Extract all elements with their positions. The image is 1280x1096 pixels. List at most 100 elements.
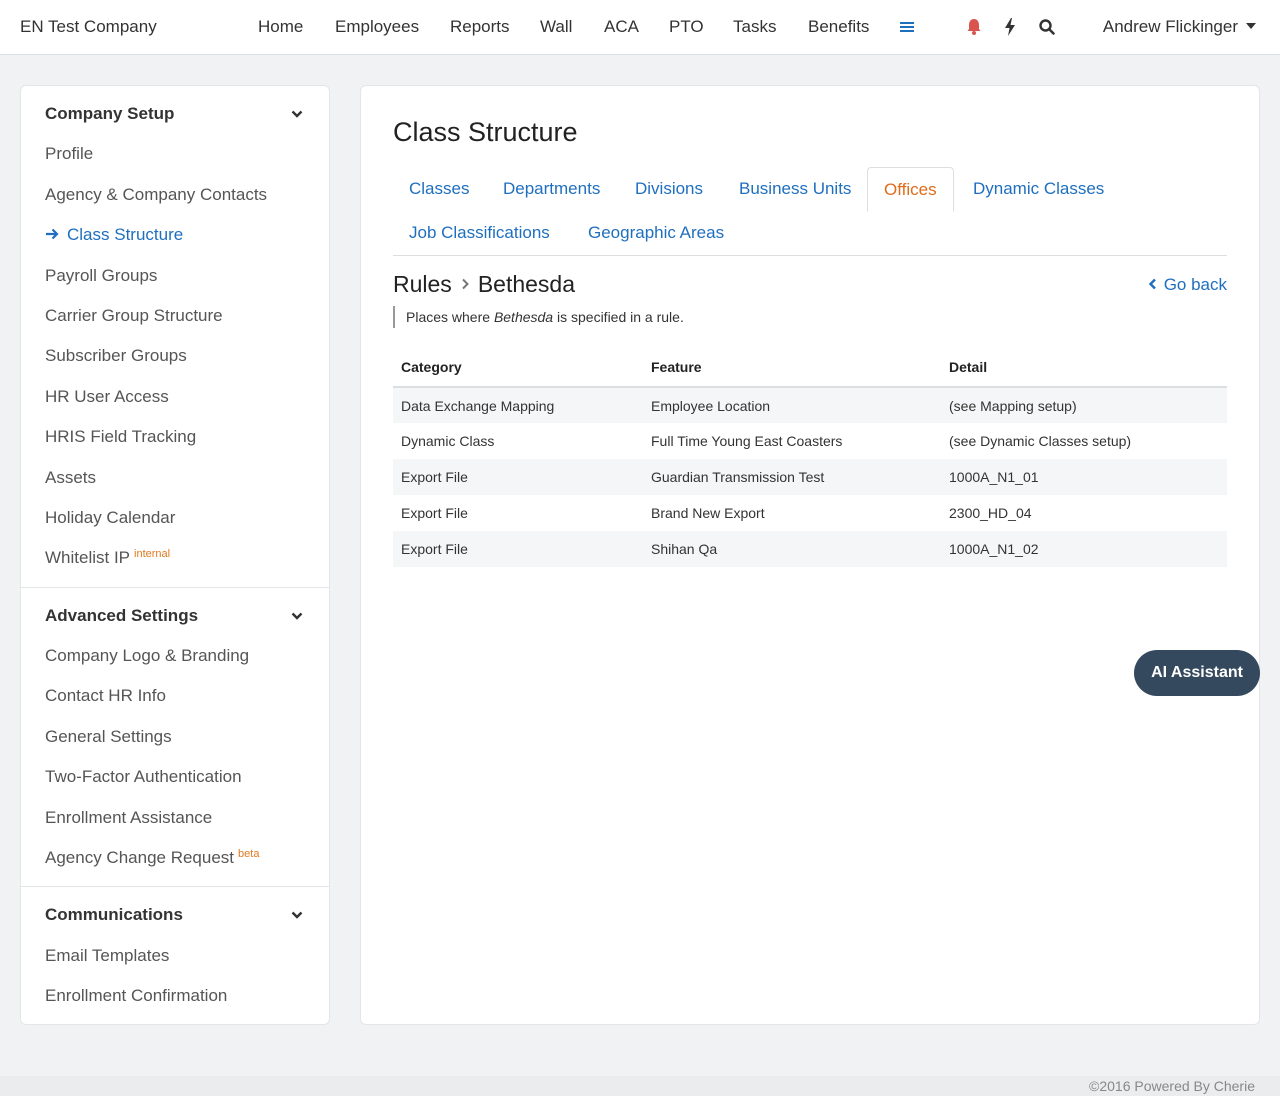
sidebar-item-carrier-group-structure[interactable]: Carrier Group Structure	[45, 306, 223, 326]
cell-detail: (see Dynamic Classes setup)	[949, 433, 1132, 449]
search-icon[interactable]	[1037, 16, 1057, 38]
chevron-down-icon[interactable]	[291, 108, 303, 120]
sidebar-item-hris-field-tracking[interactable]: HRIS Field Tracking	[45, 427, 196, 447]
cell-detail: (see Mapping setup)	[941, 387, 1227, 423]
table-header-row: Category Feature Detail	[393, 348, 1227, 388]
section-advanced-settings[interactable]: Advanced Settings	[45, 606, 198, 626]
sidebar-item-label: Whitelist IP	[45, 548, 131, 567]
page-title: Class Structure	[393, 117, 578, 147]
user-name: Andrew Flickinger	[1102, 17, 1238, 36]
go-back-label: Go back	[1163, 275, 1227, 294]
note-suffix: is specified in a rule.	[553, 309, 684, 325]
internal-badge: internal	[134, 548, 171, 560]
tab-dynamic-classes[interactable]: Dynamic Classes	[957, 167, 1120, 212]
company-name[interactable]: EN Test Company	[20, 17, 157, 37]
breadcrumb-current: Bethesda	[477, 271, 576, 297]
main-panel: Class Structure Classes Departments Divi…	[360, 85, 1260, 1025]
caret-down-icon	[1246, 22, 1256, 29]
tab-offices[interactable]: Offices	[867, 167, 954, 212]
top-navbar: EN Test Company Home Employees Reports W…	[0, 0, 1280, 55]
table-row[interactable]: Data Exchange Mapping Employee Location …	[393, 387, 1227, 423]
user-menu[interactable]: Andrew Flickinger	[1103, 17, 1256, 37]
cell-feature: Brand New Export	[651, 505, 765, 521]
section-communications[interactable]: Communications	[45, 905, 183, 925]
go-back-link[interactable]: Go back	[1148, 275, 1227, 295]
arrow-right-icon	[46, 228, 59, 239]
column-header-feature[interactable]: Feature	[643, 348, 941, 388]
sidebar-item-agency-contacts[interactable]: Agency & Company Contacts	[45, 185, 267, 205]
nav-aca[interactable]: ACA	[604, 17, 639, 37]
rule-note: Places where Bethesda is specified in a …	[393, 306, 684, 328]
beta-badge: beta	[238, 848, 260, 860]
sidebar-item-subscriber-groups[interactable]: Subscriber Groups	[45, 346, 187, 366]
cell-category: Export File	[393, 531, 643, 567]
sidebar-item-holiday-calendar[interactable]: Holiday Calendar	[45, 508, 175, 528]
sidebar-item-email-templates[interactable]: Email Templates	[45, 946, 169, 966]
table-row[interactable]: Export File Brand New Export 2300_HD_04	[393, 495, 1227, 531]
table-row[interactable]: Export File Shihan Qa 1000A_N1_02	[393, 531, 1227, 567]
sidebar-divider	[21, 587, 329, 588]
breadcrumb: Rules Bethesda	[393, 271, 575, 298]
nav-tasks[interactable]: Tasks	[733, 17, 776, 37]
nav-benefits[interactable]: Benefits	[808, 17, 869, 37]
chevron-down-icon[interactable]	[291, 610, 303, 622]
nav-employees[interactable]: Employees	[335, 17, 419, 37]
cell-category: Data Exchange Mapping	[393, 387, 643, 423]
rules-table: Category Feature Detail Data Exchange Ma…	[393, 348, 1227, 567]
cell-detail: 1000A_N1_01	[941, 459, 1227, 495]
nav-wall[interactable]: Wall	[540, 17, 572, 37]
breadcrumb-parent[interactable]: Rules	[393, 271, 452, 297]
column-header-category[interactable]: Category	[393, 348, 643, 388]
nav-pto[interactable]: PTO	[669, 17, 704, 37]
nav-reports[interactable]: Reports	[450, 17, 510, 37]
cell-category: Export File	[401, 505, 468, 521]
sidebar-divider	[21, 886, 329, 887]
sidebar-item-payroll-groups[interactable]: Payroll Groups	[45, 266, 157, 286]
cell-category: Dynamic Class	[401, 433, 495, 449]
settings-sidebar: Company Setup Profile Agency & Company C…	[20, 85, 330, 1025]
footer: ©2016 Powered By Cherie	[0, 1076, 1280, 1096]
sidebar-item-whitelist-ip[interactable]: Whitelist IP internal	[45, 548, 170, 568]
sidebar-item-contact-hr-info[interactable]: Contact HR Info	[45, 686, 166, 706]
tabs-underline	[393, 255, 1227, 256]
cell-category: Export File	[393, 459, 643, 495]
ai-assistant-button[interactable]: AI Assistant	[1134, 650, 1260, 696]
sidebar-item-two-factor[interactable]: Two-Factor Authentication	[45, 767, 242, 787]
tab-divisions[interactable]: Divisions	[619, 167, 719, 212]
cell-feature: Full Time Young East Coasters	[651, 433, 843, 449]
sidebar-item-enrollment-confirmation[interactable]: Enrollment Confirmation	[45, 986, 227, 1006]
footer-text: ©2016 Powered By Cherie	[1089, 1078, 1255, 1094]
column-header-detail[interactable]: Detail	[941, 348, 1227, 388]
sidebar-item-agency-change-request[interactable]: Agency Change Request beta	[45, 848, 259, 868]
cell-feature: Shihan Qa	[643, 531, 941, 567]
section-company-setup[interactable]: Company Setup	[45, 104, 174, 124]
nav-home[interactable]: Home	[258, 17, 303, 37]
tab-classes[interactable]: Classes	[393, 167, 485, 212]
tab-departments[interactable]: Departments	[487, 167, 616, 212]
tab-job-classifications[interactable]: Job Classifications	[393, 211, 566, 256]
sidebar-item-company-logo[interactable]: Company Logo & Branding	[45, 646, 249, 666]
chevron-left-icon	[1148, 278, 1156, 289]
cell-detail: 1000A_N1_02	[941, 531, 1227, 567]
tab-geographic-areas[interactable]: Geographic Areas	[572, 211, 740, 256]
tab-business-units[interactable]: Business Units	[723, 167, 867, 212]
chevron-down-icon[interactable]	[291, 909, 303, 921]
cell-detail: 2300_HD_04	[949, 505, 1032, 521]
sidebar-item-assets[interactable]: Assets	[45, 468, 96, 488]
table-row[interactable]: Dynamic Class Full Time Young East Coast…	[393, 423, 1227, 459]
cell-feature: Guardian Transmission Test	[643, 459, 941, 495]
sidebar-item-class-structure[interactable]: Class Structure	[45, 225, 183, 245]
table-row[interactable]: Export File Guardian Transmission Test 1…	[393, 459, 1227, 495]
note-prefix: Places where	[406, 309, 494, 325]
sidebar-item-profile[interactable]: Profile	[45, 144, 93, 164]
bolt-icon[interactable]	[1000, 16, 1020, 38]
menu-icon[interactable]	[898, 16, 918, 38]
sidebar-item-label: Agency Change Request	[45, 848, 235, 867]
sidebar-item-general-settings[interactable]: General Settings	[45, 727, 172, 747]
note-emphasis: Bethesda	[493, 309, 554, 325]
cell-feature: Employee Location	[643, 387, 941, 423]
sidebar-item-label: Class Structure	[67, 225, 184, 244]
sidebar-item-enrollment-assistance[interactable]: Enrollment Assistance	[45, 808, 212, 828]
sidebar-item-hr-user-access[interactable]: HR User Access	[45, 387, 169, 407]
bell-icon[interactable]	[964, 16, 984, 38]
